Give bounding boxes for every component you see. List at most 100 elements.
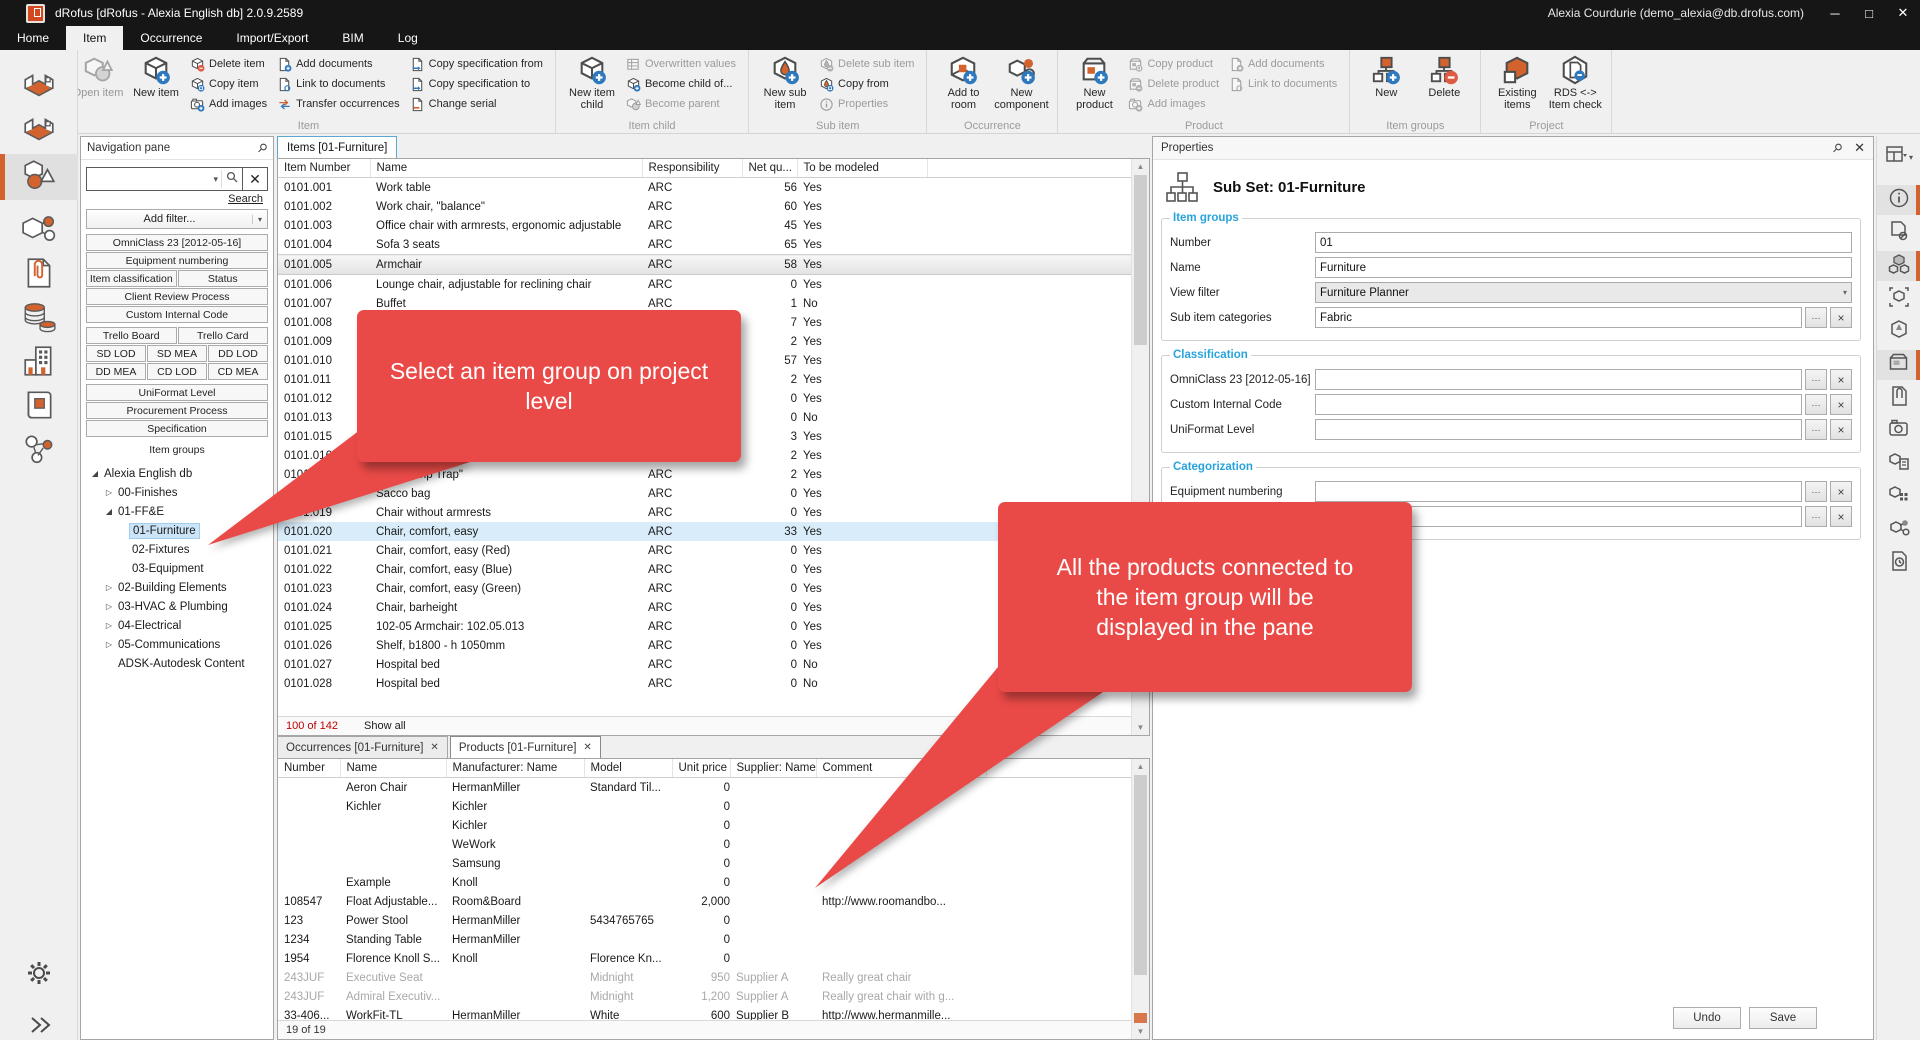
tree-item-01-furniture[interactable]: 01-Furniture	[81, 521, 273, 540]
scrollbar-thumb[interactable]	[1134, 175, 1147, 345]
column-header-responsibility[interactable]: Responsibility	[642, 159, 742, 178]
product-row-0[interactable]: Aeron ChairHermanMillerStandard Til...0	[278, 778, 1133, 798]
column-header-name[interactable]: Name	[340, 759, 446, 778]
lookup-ellipsis-button[interactable]: ···	[1805, 419, 1827, 440]
menu-import-export[interactable]: Import/Export	[219, 26, 325, 50]
tree-item-00-finishes[interactable]: ▷00-Finishes	[81, 483, 273, 502]
filter-equipment-numbering[interactable]: Equipment numbering	[86, 252, 268, 269]
tab-occurrences-01-furniture[interactable]: Occurrences [01-Furniture]✕	[277, 736, 448, 758]
product-row-108547[interactable]: 108547Float Adjustable...Room&Board2,000…	[278, 892, 1133, 911]
add-documents-button[interactable]: Add documents	[274, 54, 403, 74]
item-row-0101.003[interactable]: 0101.003Office chair with armrests, ergo…	[278, 216, 1133, 235]
new-item-child-button[interactable]: New item child	[563, 53, 621, 113]
scroll-down-icon[interactable]: ▼	[1132, 1024, 1149, 1039]
filter-status[interactable]: Status	[178, 270, 269, 287]
tree-collapsed-icon[interactable]: ▷	[103, 488, 115, 497]
filter-uniformat-level[interactable]: UniFormat Level	[86, 384, 268, 401]
product-row-2[interactable]: Kichler0	[278, 816, 1133, 835]
filter-sd-lod[interactable]: SD LOD	[86, 345, 146, 362]
sidebar-item-functions[interactable]	[0, 108, 78, 154]
field-input[interactable]	[1315, 419, 1802, 440]
rds-item-check-button[interactable]: RDS <-> Item check	[1546, 53, 1604, 113]
item-row-0101.006[interactable]: 0101.006Lounge chair, adjustable for rec…	[278, 275, 1133, 295]
field-select[interactable]: Furniture Planner▾	[1315, 282, 1852, 303]
sidebar-item-catalog[interactable]	[0, 384, 78, 430]
new-component-button[interactable]: New component	[992, 53, 1050, 113]
right-tool-pane-layout[interactable]: ▾	[1877, 142, 1920, 172]
lookup-ellipsis-button[interactable]: ···	[1805, 307, 1827, 328]
column-header-comment[interactable]: Comment	[816, 759, 986, 778]
close-properties-icon[interactable]: ✕	[1854, 140, 1865, 156]
tree-item-04-electrical[interactable]: ▷04-Electrical	[81, 616, 273, 635]
close-tab-icon[interactable]: ✕	[430, 742, 438, 753]
save-button[interactable]: Save	[1749, 1007, 1817, 1029]
menu-item[interactable]: Item	[66, 26, 123, 50]
field-input[interactable]: Furniture	[1315, 257, 1852, 278]
add-to-room-button[interactable]: Add to room	[934, 53, 992, 113]
new-product-button[interactable]: New product	[1065, 53, 1123, 113]
right-tool-item-data[interactable]	[1877, 218, 1920, 248]
lookup-ellipsis-button[interactable]: ···	[1805, 506, 1827, 527]
change-serial-button[interactable]: Change serial	[407, 94, 546, 114]
product-row-1[interactable]: KichlerKichler0	[278, 797, 1133, 816]
right-tool-product[interactable]	[1877, 350, 1920, 380]
become-child-of-button[interactable]: Become child of...	[623, 74, 739, 94]
maximize-icon[interactable]: □	[1852, 0, 1886, 26]
clear-field-button[interactable]: ×	[1830, 394, 1852, 415]
filter-cd-mea[interactable]: CD MEA	[208, 363, 268, 380]
menu-home[interactable]: Home	[0, 26, 66, 50]
scrollbar-thumb[interactable]	[1134, 775, 1147, 975]
sidebar-item-items[interactable]	[0, 154, 78, 200]
item-row-0101.001[interactable]: 0101.001Work tableARC56Yes	[278, 178, 1133, 198]
tree-collapsed-icon[interactable]: ▷	[103, 602, 115, 611]
tab-items-01-furniture[interactable]: Items [01-Furniture]	[277, 136, 397, 158]
field-input[interactable]: Fabric	[1315, 307, 1802, 328]
products-scrollbar[interactable]: ▲ ▼	[1131, 759, 1149, 1039]
product-row-1954[interactable]: 1954Florence Knoll S...KnollFlorence Kn.…	[278, 949, 1133, 968]
chevron-down-icon[interactable]: ▾	[1909, 153, 1913, 162]
add-filter-button[interactable]: Add filter... ▾	[86, 209, 268, 229]
tree-item-02-fixtures[interactable]: 02-Fixtures	[81, 540, 273, 559]
clear-field-button[interactable]: ×	[1830, 369, 1852, 390]
product-row-123[interactable]: 123Power StoolHermanMiller54347657650	[278, 911, 1133, 930]
right-tool-bim[interactable]	[1877, 284, 1920, 314]
right-tool-info[interactable]	[1877, 185, 1920, 215]
tree-item-05-communications[interactable]: ▷05-Communications	[81, 635, 273, 654]
search-input[interactable]	[87, 170, 210, 188]
add-images-button[interactable]: Add images	[187, 94, 270, 114]
sidebar-item-documents[interactable]	[0, 252, 78, 298]
column-header-to-be-modeled[interactable]: To be modeled	[797, 159, 927, 178]
close-icon[interactable]: ✕	[1886, 0, 1920, 26]
filter-dd-lod[interactable]: DD LOD	[208, 345, 268, 362]
delete-item-button[interactable]: Delete item	[187, 54, 270, 74]
clear-field-button[interactable]: ×	[1830, 481, 1852, 502]
right-tool-documents[interactable]	[1877, 383, 1920, 413]
column-header-number[interactable]: Number	[278, 759, 340, 778]
clear-field-button[interactable]: ×	[1830, 506, 1852, 527]
new-item-button[interactable]: New item	[127, 53, 185, 101]
lookup-ellipsis-button[interactable]: ···	[1805, 394, 1827, 415]
scroll-up-icon[interactable]: ▲	[1132, 759, 1149, 774]
sidebar-item-buildings[interactable]	[0, 340, 78, 386]
clear-field-button[interactable]: ×	[1830, 419, 1852, 440]
existing-items-button[interactable]: Existing items	[1488, 53, 1546, 113]
filter-procurement-process[interactable]: Procurement Process	[86, 402, 268, 419]
tree-expanded-icon[interactable]: ◢	[89, 469, 101, 478]
item-row-0101.005[interactable]: 0101.005ArmchairARC58Yes	[278, 255, 1133, 275]
filter-dd-mea[interactable]: DD MEA	[86, 363, 146, 380]
add-filter-dropdown-icon[interactable]: ▾	[252, 215, 267, 224]
product-row-243JUF[interactable]: 243JUFAdmiral Executiv...Midnight1,200Su…	[278, 987, 1133, 1006]
tree-item-adsk-autodesk-content[interactable]: ADSK-Autodesk Content	[81, 654, 273, 673]
clear-search-icon[interactable]: ✕	[242, 168, 267, 190]
scroll-up-icon[interactable]: ▲	[1132, 159, 1149, 174]
sidebar-item-settings[interactable]	[0, 950, 78, 996]
right-tool-log[interactable]	[1877, 548, 1920, 578]
sidebar-item-relations[interactable]	[0, 428, 78, 474]
chevron-down-icon[interactable]: ▾	[1843, 288, 1851, 297]
filter-trello-board[interactable]: Trello Board	[86, 327, 177, 344]
column-header-model[interactable]: Model	[584, 759, 672, 778]
undo-button[interactable]: Undo	[1673, 1007, 1741, 1029]
filter-cd-lod[interactable]: CD LOD	[147, 363, 207, 380]
tree-collapsed-icon[interactable]: ▷	[103, 583, 115, 592]
right-tool-datasheet[interactable]	[1877, 449, 1920, 479]
